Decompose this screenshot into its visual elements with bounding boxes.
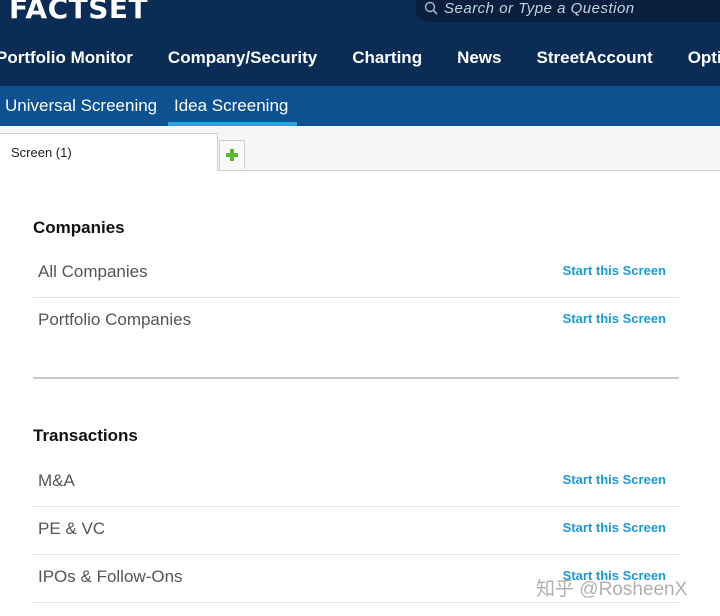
top-header: FACTSET Portfolio Monitor Company/Securi… [0, 0, 720, 86]
search-box[interactable] [416, 0, 720, 22]
main-nav: Portfolio Monitor Company/Security Chart… [0, 48, 720, 74]
start-screen-link[interactable]: Start this Screen [563, 520, 666, 535]
section-divider [33, 377, 679, 379]
search-input[interactable] [444, 0, 720, 17]
list-item: Portfolio Companies Start this Screen [33, 298, 679, 346]
search-icon [424, 1, 438, 15]
row-label: PE & VC [38, 519, 106, 538]
list-item: PE & VC Start this Screen [33, 507, 679, 555]
section-title-transactions: Transactions [33, 426, 138, 445]
factset-logo[interactable]: FACTSET [9, 0, 148, 25]
start-screen-link[interactable]: Start this Screen [563, 311, 666, 326]
row-label: IPOs & Follow-Ons [38, 567, 183, 586]
watermark: 知乎 @RosheenX [536, 579, 688, 600]
start-screen-link[interactable]: Start this Screen [563, 263, 666, 278]
nav-charting[interactable]: Charting [352, 48, 422, 74]
factset-app: FACTSET Portfolio Monitor Company/Securi… [0, 0, 720, 616]
tab-idea-screening[interactable]: Idea Screening [174, 96, 288, 116]
nav-news[interactable]: News [457, 48, 501, 74]
sub-nav: Universal Screening Idea Screening [0, 86, 720, 126]
nav-options[interactable]: Options [688, 48, 720, 74]
nav-streetaccount[interactable]: StreetAccount [537, 48, 653, 74]
add-tab-button[interactable] [219, 140, 245, 169]
row-label: M&A [38, 471, 75, 490]
section-title-companies: Companies [33, 218, 125, 237]
nav-company-security[interactable]: Company/Security [168, 48, 317, 74]
row-label: All Companies [38, 262, 148, 281]
list-item: All Companies Start this Screen [33, 250, 679, 298]
row-divider [33, 602, 679, 603]
nav-portfolio-monitor[interactable]: Portfolio Monitor [0, 48, 133, 74]
row-label: Portfolio Companies [38, 310, 192, 329]
tab-universal-screening[interactable]: Universal Screening [5, 96, 157, 116]
screen-tab[interactable]: Screen (1) [0, 133, 218, 171]
start-screen-link[interactable]: Start this Screen [563, 472, 666, 487]
list-item: M&A Start this Screen [33, 459, 679, 507]
plus-icon [226, 149, 238, 161]
